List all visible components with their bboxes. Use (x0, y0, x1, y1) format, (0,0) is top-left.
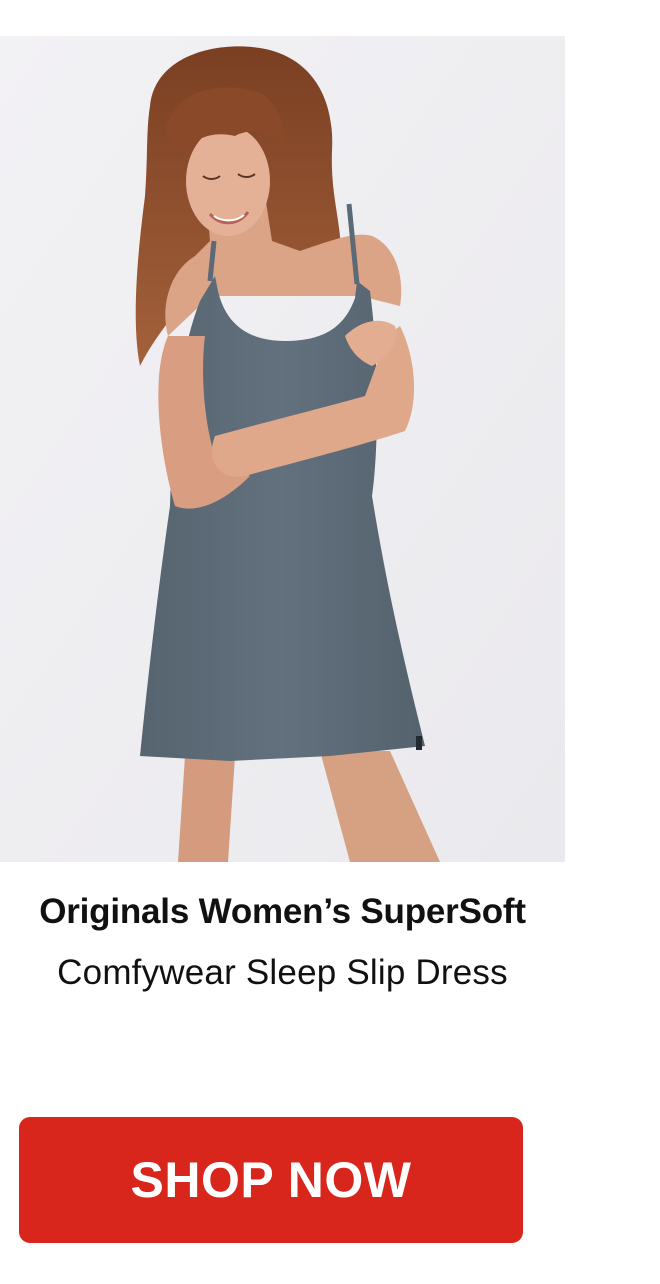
product-title[interactable]: Originals Women’s SuperSoft Comfywear Sl… (0, 891, 565, 994)
left-leg-shape (178, 756, 235, 862)
product-image[interactable] (0, 36, 565, 862)
product-card: Originals Women’s SuperSoft Comfywear Sl… (0, 0, 660, 1284)
product-title-line-2: Comfywear Sleep Slip Dress (57, 953, 508, 992)
product-photo (0, 36, 565, 862)
product-title-line-1: Originals Women’s SuperSoft (39, 892, 526, 931)
shop-now-button[interactable]: SHOP NOW (19, 1117, 523, 1243)
